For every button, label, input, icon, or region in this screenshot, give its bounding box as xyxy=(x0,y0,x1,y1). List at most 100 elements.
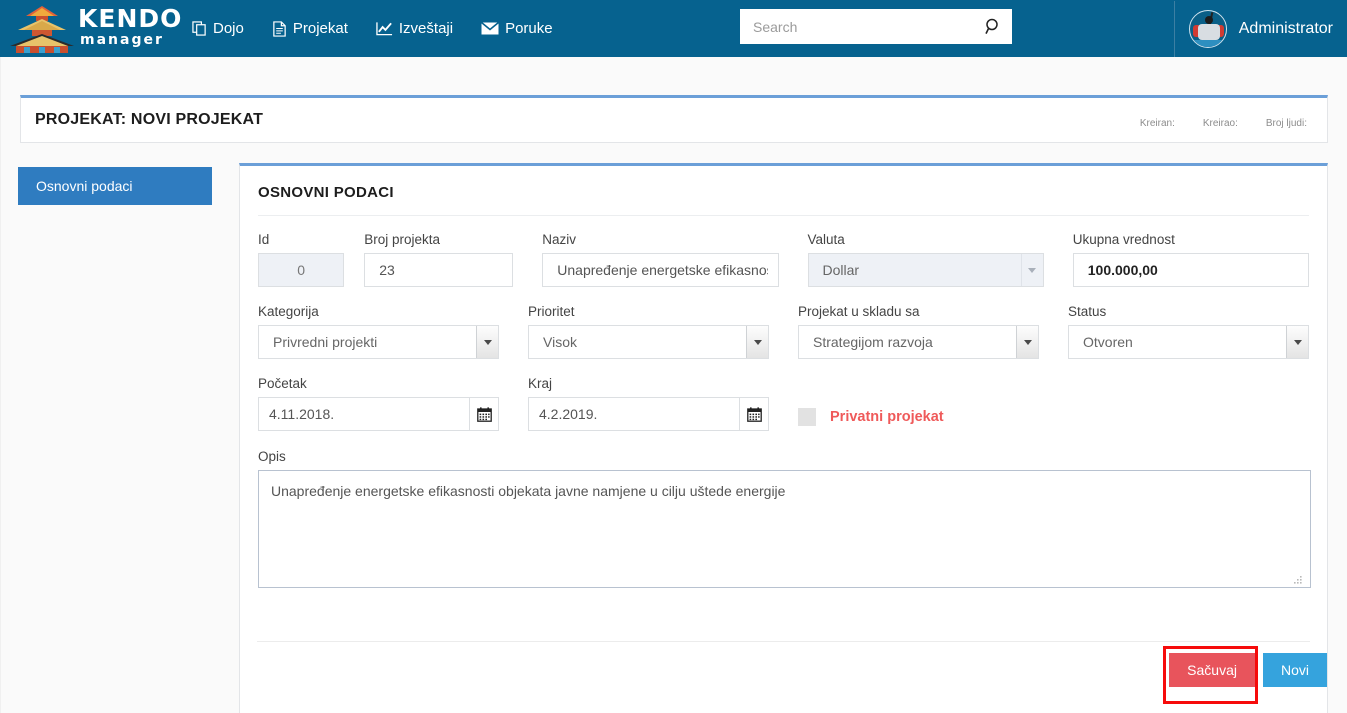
envelope-icon xyxy=(481,22,500,35)
chart-line-icon xyxy=(376,22,392,36)
app-logo[interactable]: KENDO manager xyxy=(0,0,183,57)
label-kategorija: Kategorija xyxy=(258,304,319,319)
search-button[interactable] xyxy=(975,10,1011,43)
label-naziv: Naziv xyxy=(542,232,577,247)
nav-label-poruke: Poruke xyxy=(505,20,553,37)
label-kraj: Kraj xyxy=(528,376,553,391)
page-title: PROJEKAT: NOVI PROJEKAT xyxy=(35,111,264,128)
project-form: Id Broj projekta Naziv Valuta Dollar Uku… xyxy=(240,232,1327,591)
nav-label-dojo: Dojo xyxy=(213,20,244,37)
sidebar-item-label: Osnovni podaci xyxy=(36,178,133,194)
label-status: Status xyxy=(1068,304,1107,319)
main-nav-items: Dojo Projekat Izveštaji Poruke xyxy=(178,14,567,43)
user-area[interactable]: Administrator xyxy=(1173,0,1347,57)
nav-item-izvestaji[interactable]: Izveštaji xyxy=(362,14,467,43)
nav-item-projekat[interactable]: Projekat xyxy=(258,14,362,43)
field-privatni-projekat: Privatni projekat xyxy=(798,403,944,431)
field-u-skladu-sa: Projekat u skladu sa Strategijom razvoja xyxy=(798,304,1039,359)
dropdown-status-value: Otvoren xyxy=(1083,334,1133,350)
calendar-icon xyxy=(746,406,762,422)
textarea-opis[interactable]: Unapređenje energetske efikasnosti objek… xyxy=(258,470,1311,588)
field-ukupna-vrednost: Ukupna vrednost xyxy=(1072,232,1310,287)
user-name-label: Administrator xyxy=(1238,19,1333,37)
label-privatni-projekat: Privatni projekat xyxy=(830,409,944,425)
panel-heading: OSNOVNI PODACI xyxy=(258,184,394,201)
search-box[interactable] xyxy=(740,9,1012,44)
field-kraj: Kraj xyxy=(528,376,769,431)
label-pocetak: Početak xyxy=(258,376,307,391)
logo-secondary-text: manager xyxy=(80,32,164,48)
nav-label-izvestaji: Izveštaji xyxy=(398,20,454,37)
field-status: Status Otvoren xyxy=(1068,304,1309,359)
field-prioritet: Prioritet Visok xyxy=(528,304,769,359)
field-pocetak: Početak xyxy=(258,376,499,431)
chevron-down-icon xyxy=(1286,326,1308,358)
search-icon xyxy=(984,18,998,34)
dropdown-prioritet-value: Visok xyxy=(543,334,577,350)
field-kategorija: Kategorija Privredni projekti xyxy=(258,304,499,359)
nav-item-poruke[interactable]: Poruke xyxy=(467,14,567,43)
dropdown-u-skladu-sa[interactable]: Strategijom razvoja xyxy=(798,325,1039,359)
field-naziv: Naziv xyxy=(542,232,779,287)
form-row-3: Početak 4.11.2018. Kraj 4.2.2019. Privat… xyxy=(258,376,1309,431)
calendar-button-pocetak[interactable] xyxy=(469,397,499,431)
pagoda-logo-icon xyxy=(10,6,74,53)
sidebar-item-osnovni-podaci[interactable]: Osnovni podaci xyxy=(18,167,212,205)
page-title-card: PROJEKAT: NOVI PROJEKAT Kreiran: Kreirao… xyxy=(20,95,1328,143)
chevron-down-icon xyxy=(476,326,498,358)
datepicker-kraj[interactable] xyxy=(528,397,769,431)
input-id[interactable] xyxy=(258,253,345,287)
dropdown-status[interactable]: Otvoren xyxy=(1068,325,1309,359)
label-prioritet: Prioritet xyxy=(528,304,575,319)
user-divider xyxy=(1173,0,1175,57)
footer-divider xyxy=(257,641,1310,642)
label-id: Id xyxy=(258,232,270,247)
dropdown-valuta[interactable]: Dollar xyxy=(807,253,1044,287)
save-button[interactable]: Sačuvaj xyxy=(1169,653,1255,687)
label-broj-projekta: Broj projekta xyxy=(364,232,441,247)
meta-broj-ljudi-label: Broj ljudi: xyxy=(1265,117,1307,129)
meta-kreirao-label: Kreirao: xyxy=(1202,117,1238,129)
label-valuta: Valuta xyxy=(807,232,845,247)
label-opis: Opis xyxy=(258,449,286,464)
meta-kreiran-label: Kreiran: xyxy=(1139,117,1175,129)
copy-icon xyxy=(192,21,206,36)
field-id: Id xyxy=(258,232,345,287)
chevron-down-icon xyxy=(746,326,768,358)
main-panel: OSNOVNI PODACI Id Broj projekta Naziv Va… xyxy=(239,163,1328,713)
panel-divider xyxy=(258,215,1309,216)
input-pocetak[interactable] xyxy=(258,397,469,431)
top-navigation-bar: KENDO manager Dojo Projekat Izveštaji Po… xyxy=(0,0,1347,57)
document-icon xyxy=(273,20,286,37)
datepicker-pocetak[interactable] xyxy=(258,397,499,431)
chevron-down-icon xyxy=(1016,326,1038,358)
search-input[interactable] xyxy=(741,10,975,43)
dropdown-u-skladu-sa-value: Strategijom razvoja xyxy=(813,334,933,350)
logo-primary-text: KENDO xyxy=(78,4,183,33)
input-ukupna-vrednost[interactable] xyxy=(1072,253,1310,287)
form-action-buttons: Sačuvaj Novi xyxy=(1169,653,1327,687)
dropdown-kategorija-value: Privredni projekti xyxy=(273,334,378,350)
new-button[interactable]: Novi xyxy=(1262,653,1327,687)
dropdown-valuta-value: Dollar xyxy=(822,262,860,278)
calendar-icon xyxy=(476,406,492,422)
field-opis: Opis Unapređenje energetske efikasnosti … xyxy=(258,449,1311,591)
nav-item-dojo[interactable]: Dojo xyxy=(178,14,258,43)
label-u-skladu-sa: Projekat u skladu sa xyxy=(798,304,920,319)
input-naziv[interactable] xyxy=(542,253,779,287)
label-ukupna-vrednost: Ukupna vrednost xyxy=(1072,232,1175,247)
chevron-down-icon xyxy=(1020,254,1043,286)
dropdown-kategorija[interactable]: Privredni projekti xyxy=(258,325,499,359)
sidebar: Osnovni podaci xyxy=(18,167,212,205)
checkbox-privatni-projekat[interactable] xyxy=(798,408,816,426)
form-row-1: Id Broj projekta Naziv Valuta Dollar Uku… xyxy=(258,232,1310,287)
form-row-2: Kategorija Privredni projekti Prioritet … xyxy=(258,304,1309,359)
input-kraj[interactable] xyxy=(528,397,739,431)
field-valuta: Valuta Dollar xyxy=(807,232,1044,287)
page-meta: Kreiran: Kreirao: Broj ljudi: xyxy=(1140,118,1307,129)
left-rail xyxy=(0,57,1,713)
avatar[interactable] xyxy=(1188,9,1227,48)
dropdown-prioritet[interactable]: Visok xyxy=(528,325,769,359)
input-broj-projekta[interactable] xyxy=(364,253,514,287)
calendar-button-kraj[interactable] xyxy=(739,397,769,431)
